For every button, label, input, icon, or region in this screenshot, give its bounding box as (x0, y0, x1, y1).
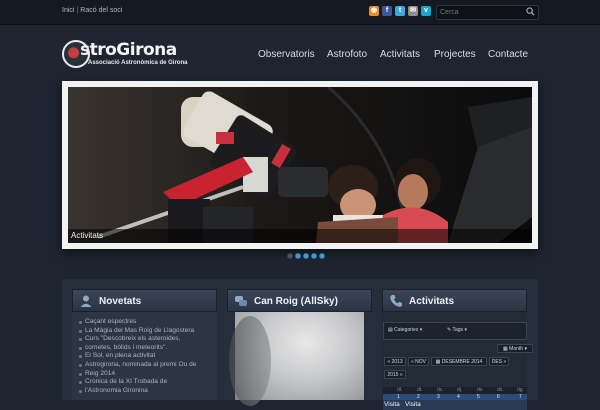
user-icon (80, 295, 92, 307)
news-item[interactable]: La Màgia del Mas Roig de Llagostera (78, 327, 214, 336)
weekday-label: dj. (457, 387, 463, 393)
prev-year-button[interactable]: « 2013 (384, 357, 406, 366)
news-item[interactable]: Crònica de la XI Trobada de (78, 378, 214, 387)
slider-dot[interactable] (295, 253, 301, 259)
categories-label: Categories (394, 327, 419, 333)
news-item-continuation[interactable]: Reig 2014 (78, 370, 214, 379)
slider-dot[interactable] (319, 253, 325, 259)
news-item[interactable]: Caçant espectres (78, 318, 214, 327)
calendar-body: ▤ Categories ▾ ✎ Tags ▾ ▦ Month ▾ « 2013… (382, 312, 533, 410)
weekday-label: dg. (517, 387, 524, 393)
news-item[interactable]: El Sol, en plena activitat (78, 352, 214, 361)
weekday-label: dc. (437, 387, 444, 393)
telescope-photo (68, 87, 532, 243)
weekday-label: dv. (477, 387, 484, 393)
nav-observatoris[interactable]: Observatoris (258, 49, 315, 60)
slider-photo[interactable]: Activitats (68, 87, 532, 243)
nav-astrofoto[interactable]: Astrofoto (327, 49, 367, 60)
slider-pagination (287, 253, 325, 259)
weekday-label: dl. (397, 387, 403, 393)
phone-icon (390, 295, 402, 307)
next-year-button[interactable]: 2015 » (384, 370, 406, 379)
slider-dot[interactable] (311, 253, 317, 259)
hero-slider[interactable]: Activitats (62, 81, 538, 249)
nav-contacte[interactable]: Contacte (488, 49, 528, 60)
calendar-column: Activitats ▤ Categories ▾ ✎ Tags ▾ ▦ Mon… (382, 289, 533, 410)
search-icon[interactable] (526, 7, 535, 16)
current-month-button[interactable]: ▦ DESEMBRE 2014 (431, 357, 487, 366)
calendar-title: Activitats (409, 296, 455, 307)
allsky-image[interactable] (229, 312, 364, 406)
email-icon[interactable]: ✉ (408, 6, 418, 16)
nav-activitats[interactable]: Activitats (380, 49, 420, 60)
slider-caption-text: Activitats (71, 231, 104, 240)
slider-dot[interactable] (287, 253, 293, 259)
chat-bubbles-icon (235, 296, 247, 306)
slider-dot[interactable] (303, 253, 309, 259)
news-item[interactable]: Astrogirona, nominada al premi Ou de (78, 361, 214, 370)
news-title: Novetats (99, 296, 142, 307)
news-item[interactable]: Curs "Descobreix els asteroides, (78, 335, 214, 344)
calendar-events: Visita Visita (383, 400, 527, 410)
weekday-label: dt. (417, 387, 423, 393)
categories-dropdown[interactable]: ▤ Categories ▾ (388, 326, 438, 335)
twitter-icon[interactable]: t (395, 6, 405, 16)
allsky-body (227, 312, 372, 406)
top-bar: Inici | Racó del soci ◉ f t ✉ v (0, 0, 600, 25)
news-item-continuation[interactable]: l'Astronomia Gironina (78, 387, 214, 396)
calendar-event[interactable]: Visita (384, 401, 400, 408)
rss-icon[interactable]: ◉ (369, 6, 379, 16)
link-inici[interactable]: Inici (62, 7, 74, 14)
allsky-header: Can Roig (AllSky) (227, 289, 372, 312)
search-box (436, 5, 539, 20)
calendar-header: Activitats (382, 289, 527, 312)
social-icons: ◉ f t ✉ v (369, 6, 431, 16)
allsky-horizon (229, 316, 271, 406)
current-month-label: DESEMBRE 2014 (441, 359, 483, 365)
tags-dropdown[interactable]: ✎ Tags ▾ (447, 326, 481, 335)
calendar-weekdays: dl. dt. dc. dj. dv. ds. dg. (383, 387, 527, 394)
news-body: Caçant espectres La Màgia del Mas Roig d… (72, 312, 217, 400)
content-area: Novetats Caçant espectres La Màgia del M… (62, 279, 538, 410)
allsky-column: Can Roig (AllSky) (227, 289, 372, 406)
view-dropdown[interactable]: ▦ Month ▾ (497, 344, 533, 353)
facebook-icon[interactable]: f (382, 6, 392, 16)
weekday-label: ds. (497, 387, 504, 393)
news-item-continuation[interactable]: cometes, bòlids i meteorits". (78, 344, 214, 353)
vimeo-icon[interactable]: v (421, 6, 431, 16)
news-header: Novetats (72, 289, 217, 312)
main-nav: Observatoris Astrofoto Activitats Projec… (0, 49, 600, 63)
next-month-button[interactable]: DES » (489, 357, 509, 366)
view-label: Month (509, 346, 524, 352)
news-column: Novetats Caçant espectres La Màgia del M… (72, 289, 217, 400)
link-raco-del-soci[interactable]: Racó del soci (80, 7, 122, 14)
slider-caption: Activitats (68, 229, 532, 243)
search-input[interactable] (440, 7, 522, 18)
news-list: Caçant espectres La Màgia del Mas Roig d… (78, 318, 214, 395)
calendar-event[interactable]: Visita (405, 401, 421, 408)
nav-projectes[interactable]: Projectes (434, 49, 476, 60)
top-links: Inici | Racó del soci (62, 7, 122, 14)
tags-label: Tags (452, 327, 464, 333)
prev-month-button[interactable]: « NOV (408, 357, 429, 366)
allsky-title: Can Roig (AllSky) (254, 296, 338, 307)
